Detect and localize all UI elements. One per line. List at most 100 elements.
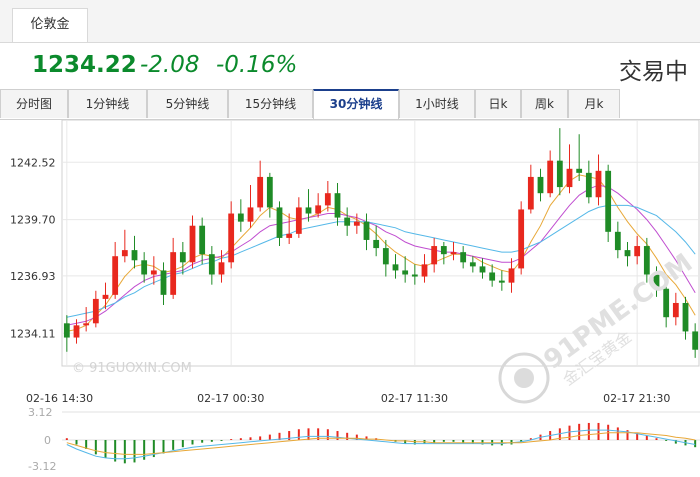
tab-timeshare[interactable]: 分时图 (0, 89, 68, 118)
candle-body (276, 207, 283, 238)
macd-tick-label: -3.12 (28, 460, 56, 473)
y-tick-label: 1242.52 (10, 156, 56, 169)
candle-body (537, 176, 544, 194)
candle-body (208, 254, 215, 275)
candle-body (672, 302, 679, 318)
candle-body (605, 170, 612, 232)
candle-body (363, 221, 370, 240)
tab-london-gold[interactable]: 伦敦金 (12, 8, 88, 42)
y-axis: 1242.52 1239.70 1236.93 1234.11 (10, 156, 56, 340)
candle-body (556, 160, 563, 188)
candle-body (450, 252, 457, 255)
candle-body (266, 176, 273, 208)
candle-body (353, 221, 360, 226)
candle-body (692, 331, 699, 350)
candle-body (189, 225, 196, 263)
candle-body (228, 213, 235, 263)
y-tick-label: 1236.93 (10, 270, 56, 283)
candle-body (527, 176, 534, 210)
pme-logo-center-icon (514, 368, 534, 388)
quote-row: 1234.22 -2.08 -0.16% 交易中 (0, 50, 700, 86)
candle-body (160, 270, 167, 295)
candle-body (576, 168, 583, 173)
candle-body (469, 262, 476, 267)
candle-body (170, 252, 177, 295)
x-tick-label: 02-17 11:30 (381, 392, 448, 405)
macd-panel: 3.12 0 -3.12 (28, 406, 700, 473)
candle-body (179, 252, 186, 263)
tab-5min[interactable]: 5分钟线 (147, 89, 228, 118)
macd-tick-label: 3.12 (28, 406, 53, 419)
candle-body (305, 207, 312, 214)
trading-status: 交易中 (619, 59, 688, 85)
candle-body (315, 205, 322, 214)
candle-body (83, 323, 90, 326)
candle-body (411, 274, 418, 277)
x-tick-label: 02-17 00:30 (197, 392, 264, 405)
candle-body (682, 302, 689, 332)
candle-body (518, 209, 525, 269)
x-axis: 02-16 14:30 02-17 00:30 02-17 11:30 02-17 2… (26, 392, 670, 405)
tab-30min[interactable]: 30分钟线 (313, 89, 399, 119)
current-price: 1234.22 (32, 52, 137, 78)
top-tab-bar: 伦敦金 (0, 0, 700, 43)
candle-body (121, 250, 128, 257)
candle-body (237, 213, 244, 222)
candle-body (624, 250, 631, 257)
candle-body (131, 250, 138, 261)
candle-body (392, 264, 399, 271)
ma-mid-line (66, 184, 696, 326)
x-tick-label: 02-17 21:30 (603, 392, 670, 405)
macd-tick-label: 0 (44, 434, 51, 447)
candle-body (595, 170, 602, 198)
candle-body (460, 252, 467, 263)
candle-body (373, 239, 380, 249)
candle-body (440, 246, 447, 255)
candle-body (585, 172, 592, 198)
candle-body (508, 268, 515, 283)
kline-chart: 1242.52 1239.70 1236.93 1234.11 02-16 14:30… (0, 119, 700, 473)
tab-1min[interactable]: 1分钟线 (68, 89, 147, 118)
candle-body (566, 168, 573, 188)
macd-dif-line (66, 429, 696, 460)
kline-svg: 1242.52 1239.70 1236.93 1234.11 02-16 14:30… (10, 119, 700, 473)
tab-1hour[interactable]: 1小时线 (399, 89, 475, 118)
tab-15min[interactable]: 15分钟线 (228, 89, 313, 118)
watermark-91guoxin: © 91GUOXIN.COM (72, 361, 192, 376)
candle-body (382, 248, 389, 265)
candle-body (498, 280, 505, 283)
candle-body (547, 160, 554, 194)
candle-body (324, 193, 331, 206)
candle-body (431, 246, 438, 265)
candle-body (141, 260, 148, 275)
tab-daily-k[interactable]: 日k (475, 89, 521, 118)
candle-body (421, 264, 428, 277)
x-tick-label: 02-16 14:30 (26, 392, 93, 405)
candle-body (614, 231, 621, 251)
candle-body (247, 207, 254, 222)
ma-slow-line (66, 204, 696, 318)
macd-dea-line (66, 432, 696, 455)
candle-body (402, 270, 409, 275)
candle-body (489, 272, 496, 281)
tab-weekly-k[interactable]: 周k (521, 89, 568, 118)
tab-monthly-k[interactable]: 月k (568, 89, 620, 118)
candle-body (150, 270, 157, 275)
price-change: -2.08 (140, 52, 200, 78)
candle-body (112, 256, 119, 295)
candle-body (73, 325, 80, 338)
candle-body (634, 246, 641, 257)
candle-body (286, 233, 293, 238)
candle-body (102, 294, 109, 299)
y-tick-label: 1234.11 (10, 327, 56, 340)
price-change-percent: -0.16% (216, 52, 298, 78)
candle-body (199, 225, 206, 255)
candle-body (344, 217, 351, 226)
candle-body (334, 193, 341, 218)
candle-body (257, 176, 264, 208)
candle-body (63, 323, 70, 338)
candle-body (92, 298, 99, 324)
y-tick-label: 1239.70 (10, 214, 56, 227)
candle-body (295, 207, 302, 234)
candle-body (218, 262, 225, 275)
